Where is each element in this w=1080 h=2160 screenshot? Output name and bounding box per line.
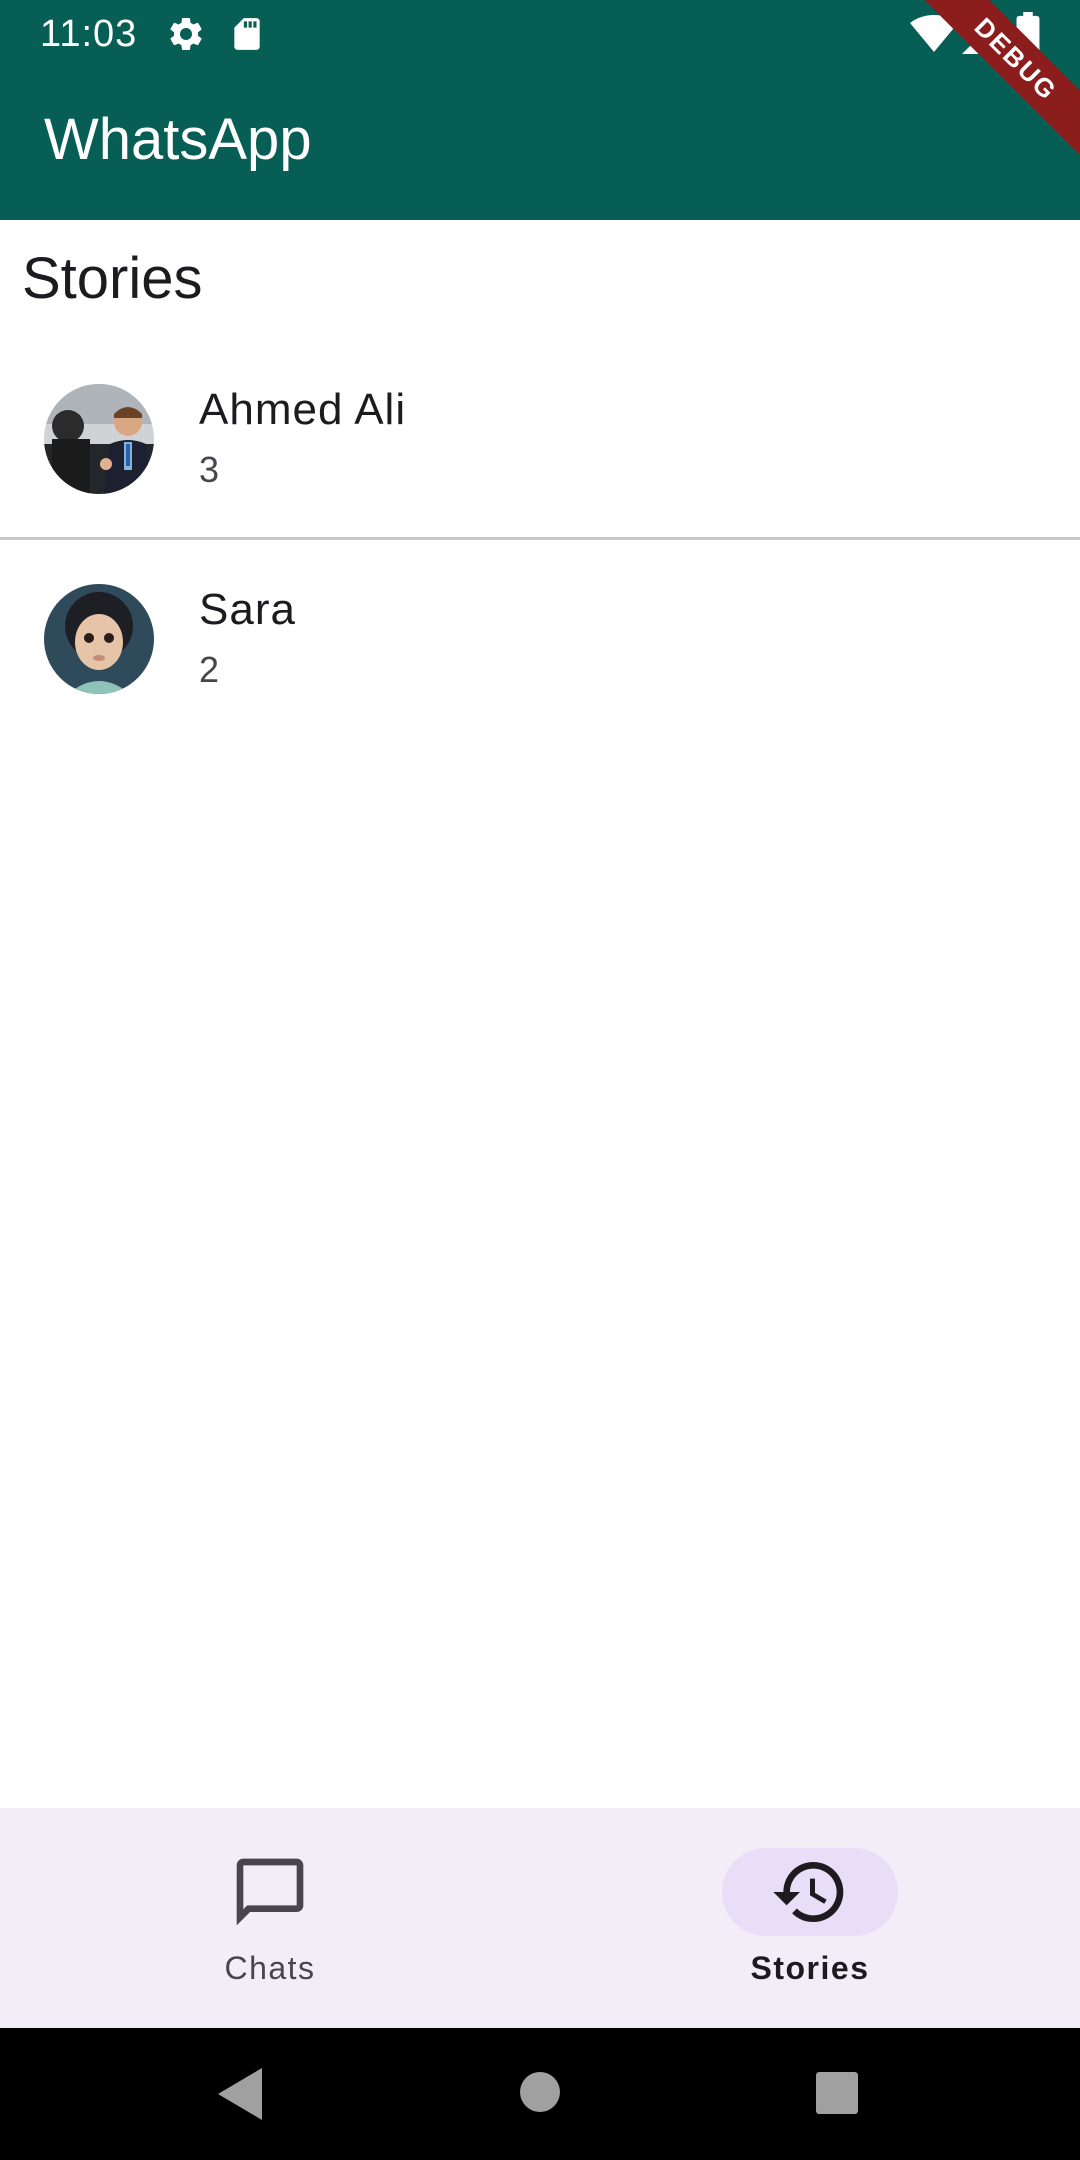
avatar	[44, 584, 154, 694]
story-count: 3	[199, 449, 220, 490]
gear-icon	[166, 14, 206, 59]
story-item[interactable]: Sara 2	[0, 540, 1080, 740]
chat-bubble-icon	[230, 1852, 310, 1932]
back-icon[interactable]	[214, 2064, 266, 2129]
bottom-navigation: Chats Stories	[0, 1808, 1080, 2028]
nav-item-stories[interactable]: Stories	[540, 1808, 1080, 2028]
story-item[interactable]: Ahmed Ali 3	[0, 340, 1080, 540]
section-title: Stories	[22, 246, 203, 311]
story-name: Sara	[199, 585, 296, 634]
history-icon	[770, 1852, 850, 1932]
nav-label-chats: Chats	[224, 1950, 316, 1986]
home-icon[interactable]	[518, 2070, 562, 2119]
nav-item-chats[interactable]: Chats	[0, 1808, 540, 2028]
system-nav-bar	[0, 2028, 1080, 2160]
recents-icon[interactable]	[816, 2072, 858, 2119]
status-time: 11:03	[40, 13, 138, 55]
app-title: WhatsApp	[44, 107, 312, 172]
story-count: 2	[199, 649, 220, 690]
nav-label-stories: Stories	[750, 1950, 870, 1986]
sd-card-icon	[228, 14, 266, 59]
app-bar: 11:03 DEBUG WhatsApp	[0, 0, 1080, 220]
story-name: Ahmed Ali	[199, 385, 407, 434]
story-list: Ahmed Ali 3 Sara 2	[0, 340, 1080, 740]
avatar	[44, 384, 154, 494]
